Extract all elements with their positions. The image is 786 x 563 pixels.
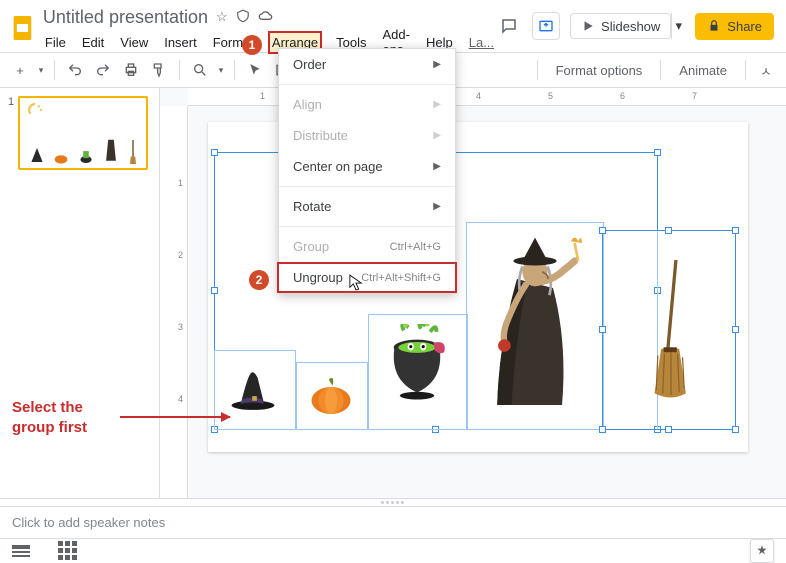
ruler-tick: 4	[476, 91, 481, 101]
menu-last-edit[interactable]: La...	[467, 33, 496, 52]
new-slide-dropdown[interactable]: ▾	[36, 65, 46, 76]
menu-item-distribute: Distribute▶	[279, 120, 455, 151]
menu-item-order[interactable]: Order▶	[279, 49, 455, 80]
present-to-meet-icon[interactable]	[532, 12, 560, 40]
annotation-arrow	[120, 416, 230, 418]
menu-item-align: Align▶	[279, 89, 455, 120]
lock-icon	[707, 19, 721, 33]
menu-item-group: GroupCtrl+Alt+G	[279, 231, 455, 262]
menu-item-ungroup[interactable]: 2 Ungroup Ctrl+Alt+Shift+G	[277, 262, 457, 293]
cursor-icon	[349, 274, 363, 292]
doc-title[interactable]: Untitled presentation	[43, 7, 208, 28]
select-tool[interactable]	[243, 58, 267, 82]
menu-separator	[279, 84, 455, 85]
separator	[234, 60, 235, 80]
statusbar	[0, 538, 786, 562]
new-slide-button[interactable]: +	[8, 58, 32, 82]
image-pumpkin[interactable]	[310, 378, 352, 414]
callout-1-badge: 1	[242, 35, 262, 55]
ruler-tick: 1	[178, 178, 183, 188]
menu-file[interactable]: File	[43, 33, 68, 52]
undo-button[interactable]	[63, 58, 87, 82]
submenu-arrow-icon: ▶	[433, 59, 441, 70]
ruler-tick: 3	[178, 322, 183, 332]
hide-menus-button[interactable]: ㅅ	[754, 58, 778, 82]
format-options-button[interactable]: Format options	[546, 63, 653, 78]
menu-edit[interactable]: Edit	[80, 33, 106, 52]
callout-2-badge: 2	[249, 270, 269, 290]
separator	[537, 60, 538, 80]
ungroup-shortcut: Ctrl+Alt+Shift+G	[361, 272, 441, 284]
annotation-line2: group first	[12, 418, 87, 438]
menu-separator	[279, 226, 455, 227]
paint-format-button[interactable]	[147, 58, 171, 82]
image-cauldron[interactable]	[382, 324, 452, 402]
star-icon[interactable]: ☆	[216, 9, 228, 25]
print-button[interactable]	[119, 58, 143, 82]
canvas-area: 1 2 3 4 5 6 7 1 2 3 4	[160, 88, 786, 498]
share-label: Share	[727, 19, 762, 34]
header-right: Slideshow ▾ Share	[496, 6, 774, 40]
ruler-tick: 1	[260, 91, 265, 101]
zoom-dropdown[interactable]: ▾	[216, 65, 226, 76]
submenu-arrow-icon: ▶	[433, 161, 441, 172]
annotation-line1: Select the	[12, 398, 87, 418]
image-witch[interactable]	[480, 234, 590, 414]
move-icon[interactable]	[236, 9, 250, 26]
slideshow-button[interactable]: Slideshow	[570, 13, 671, 39]
menu-item-center[interactable]: Center on page▶	[279, 151, 455, 182]
notes-resize-handle[interactable]	[0, 498, 786, 506]
menu-separator	[279, 186, 455, 187]
menu-insert[interactable]: Insert	[162, 33, 199, 52]
separator	[54, 60, 55, 80]
play-icon	[581, 19, 595, 33]
annotation-text: Select the group first	[12, 398, 87, 437]
submenu-arrow-icon: ▶	[433, 201, 441, 212]
slides-logo	[8, 10, 37, 46]
menu-item-rotate[interactable]: Rotate▶	[279, 191, 455, 222]
header-bar: Untitled presentation ☆ File Edit View I…	[0, 0, 786, 52]
filmstrip-view-button[interactable]	[12, 545, 30, 557]
share-button[interactable]: Share	[695, 13, 774, 40]
menu-view[interactable]: View	[118, 33, 150, 52]
ruler-tick: 4	[178, 394, 183, 404]
slideshow-label: Slideshow	[601, 19, 660, 34]
ungroup-label: Ungroup	[293, 270, 343, 285]
speaker-notes[interactable]: Click to add speaker notes	[0, 506, 786, 538]
separator	[745, 60, 746, 80]
image-broom[interactable]	[646, 260, 696, 400]
arrange-menu: Order▶ Align▶ Distribute▶ Center on page…	[278, 48, 456, 294]
ruler-tick: 6	[620, 91, 625, 101]
slideshow-dropdown[interactable]: ▾	[671, 13, 685, 39]
image-witch-hat[interactable]	[230, 370, 276, 410]
ruler-tick: 2	[178, 250, 183, 260]
redo-button[interactable]	[91, 58, 115, 82]
comments-icon[interactable]	[496, 13, 522, 39]
separator	[179, 60, 180, 80]
cloud-status-icon[interactable]	[258, 9, 274, 26]
explore-button[interactable]	[750, 539, 774, 563]
title-zone: Untitled presentation ☆ File Edit View I…	[43, 6, 496, 52]
slide-thumbnail-1[interactable]	[18, 96, 148, 170]
slide-number: 1	[8, 96, 14, 170]
ruler-tick: 5	[548, 91, 553, 101]
ruler-tick: 7	[692, 91, 697, 101]
grid-view-button[interactable]	[58, 541, 77, 560]
vertical-ruler[interactable]: 1 2 3 4	[160, 106, 188, 498]
separator	[660, 60, 661, 80]
animate-button[interactable]: Animate	[669, 63, 737, 78]
zoom-button[interactable]	[188, 58, 212, 82]
